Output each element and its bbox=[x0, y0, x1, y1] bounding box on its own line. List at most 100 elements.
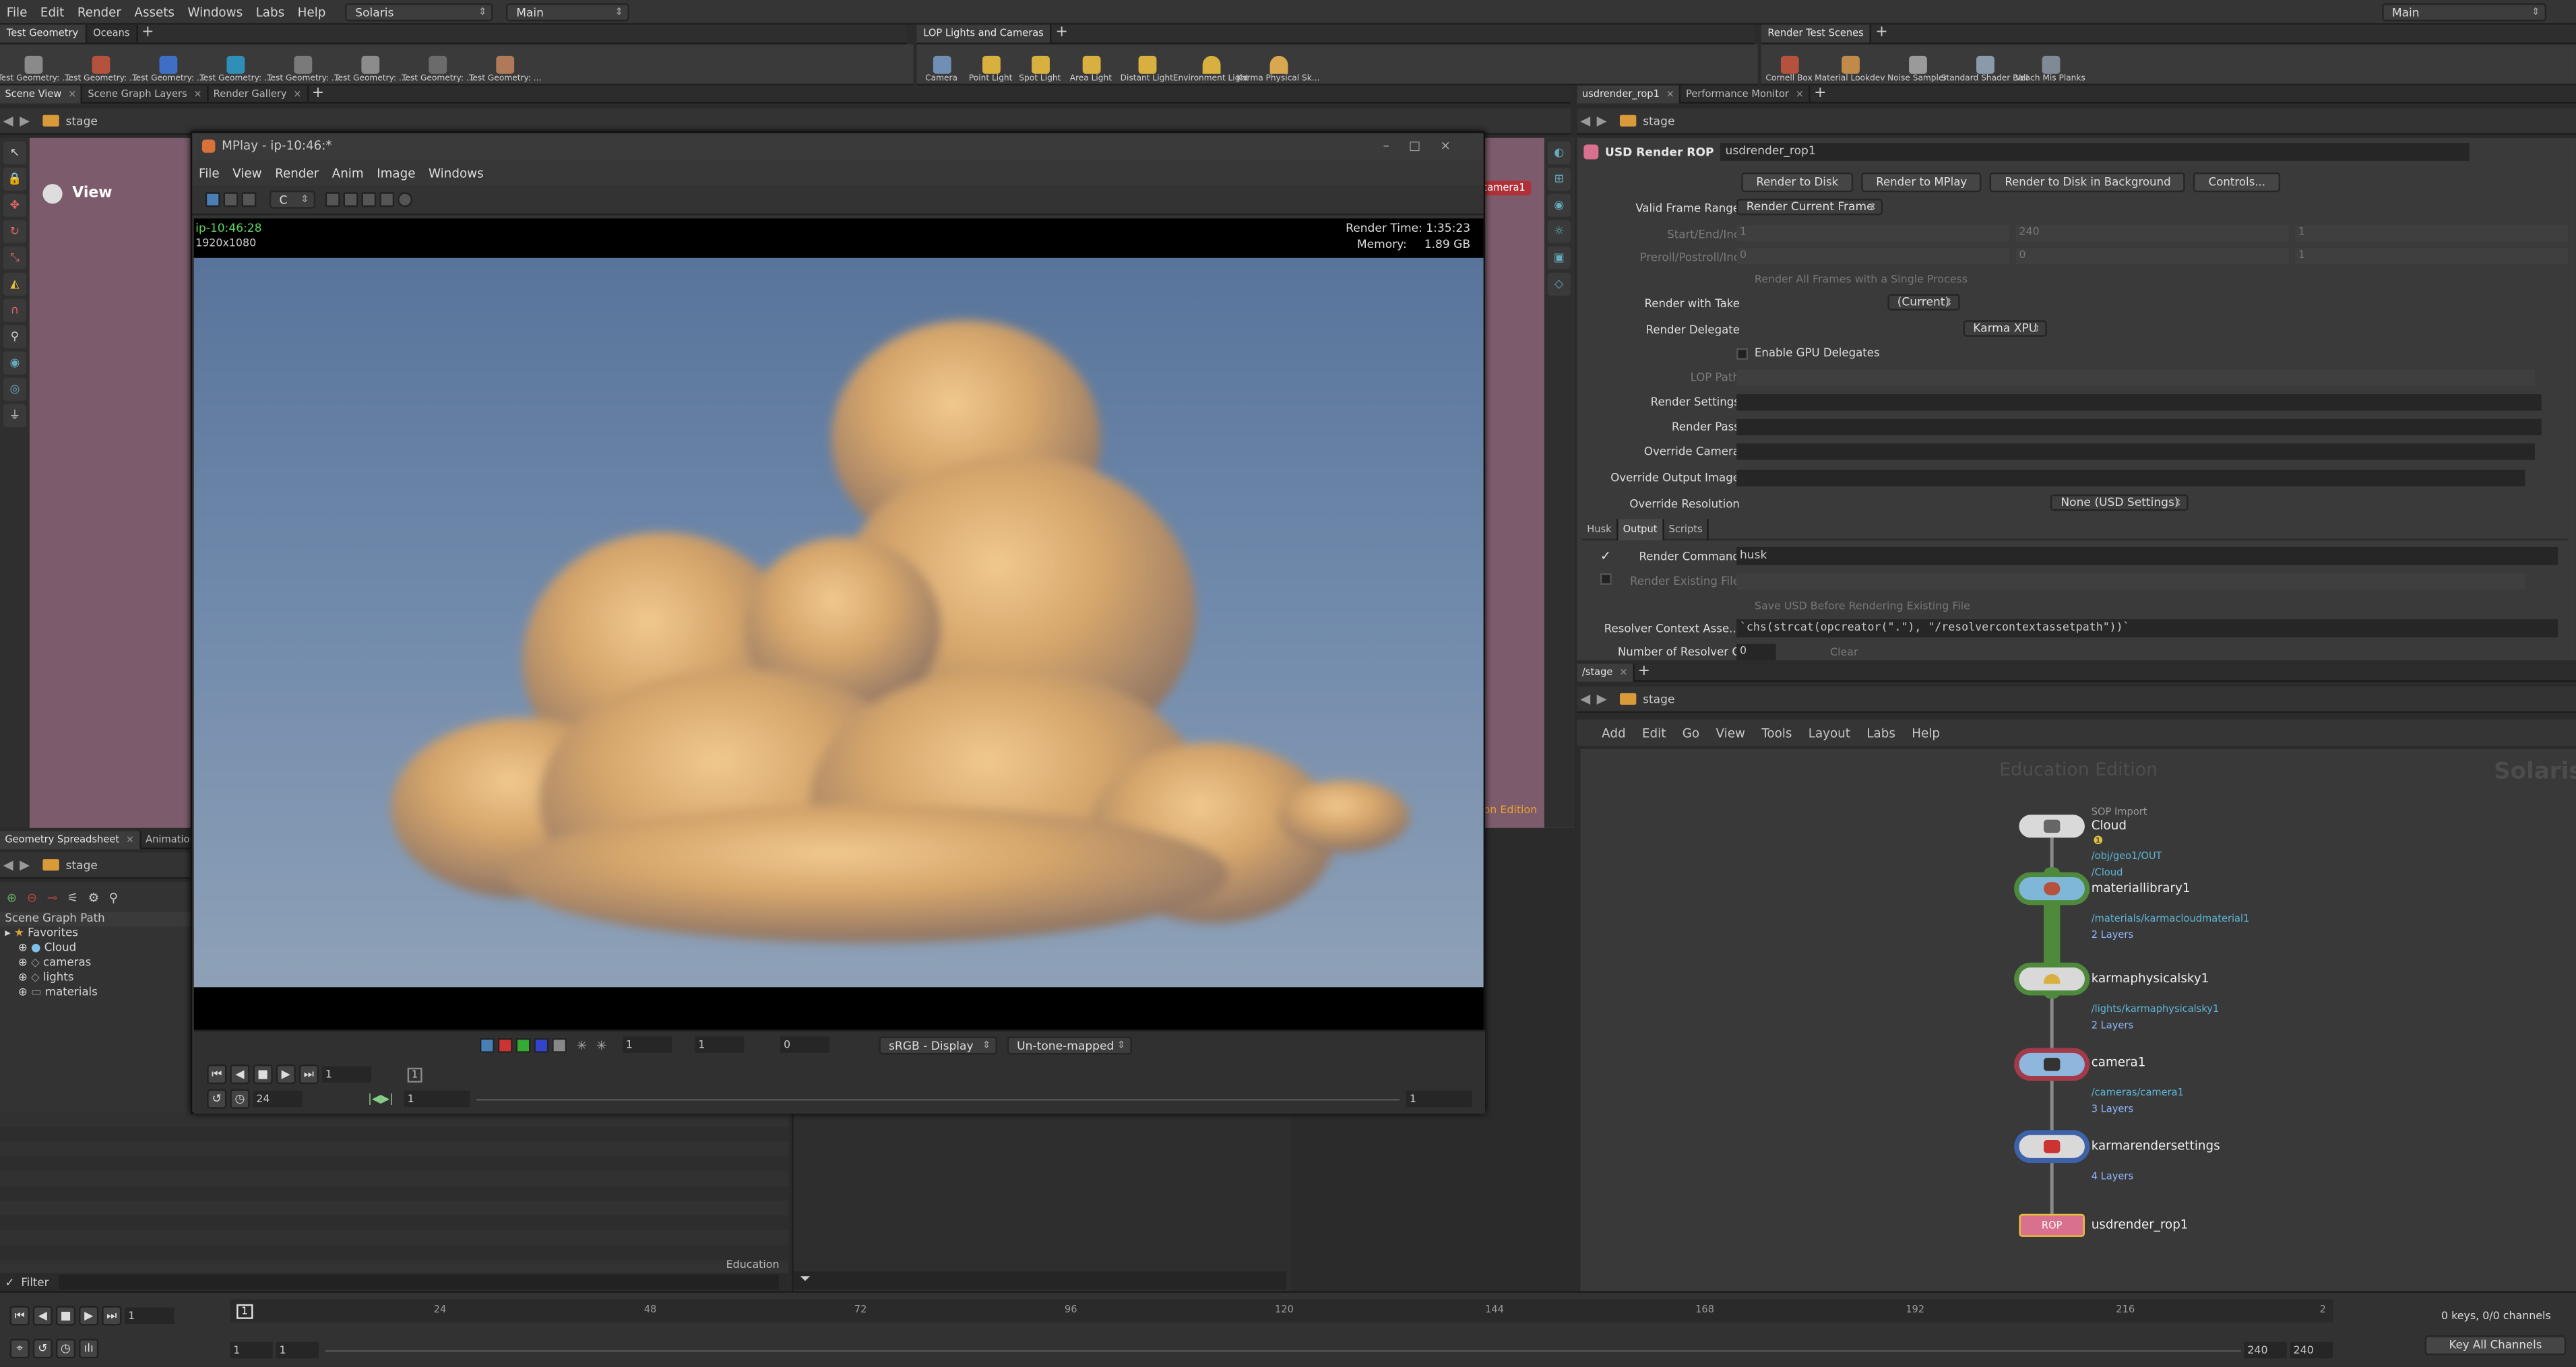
menu-file[interactable]: File bbox=[0, 0, 34, 24]
end2-frame-field[interactable]: 240 bbox=[2290, 1341, 2333, 1359]
plane-select[interactable]: C bbox=[269, 190, 316, 209]
shelf-tool-test-geometry[interactable]: Test Geometry: ... bbox=[334, 44, 407, 84]
shelf-tool-test-geometry[interactable]: Test Geometry: ... bbox=[267, 44, 340, 84]
tab-render-gallery[interactable]: Render Gallery × bbox=[208, 84, 309, 103]
render-to-disk-button[interactable]: Render to Disk bbox=[1741, 172, 1854, 193]
mplay-menu-windows[interactable]: Windows bbox=[422, 165, 490, 180]
link-icon[interactable]: ⊸ bbox=[47, 889, 57, 904]
filter-input[interactable] bbox=[59, 1274, 779, 1290]
view-menu[interactable]: View bbox=[42, 184, 113, 204]
channel-rgb-icon[interactable] bbox=[479, 1037, 495, 1052]
back-arrow-icon[interactable]: ◀ bbox=[1577, 691, 1594, 706]
net-menu-view[interactable]: View bbox=[1707, 725, 1753, 740]
zoom-in-icon[interactable] bbox=[325, 192, 340, 208]
shelf-tool-material-lookdev[interactable]: Material Lookdev bbox=[1815, 44, 1885, 84]
forward-arrow-icon[interactable]: ▶ bbox=[16, 858, 32, 872]
channel-alpha-icon[interactable] bbox=[552, 1037, 567, 1052]
context-select[interactable]: Main bbox=[506, 2, 630, 20]
resolver-field[interactable]: `chs(strcat(opcreator("."), "/resolverco… bbox=[1736, 619, 2558, 637]
offset-field[interactable]: 0 bbox=[780, 1036, 830, 1053]
add-shelf-tab-icon[interactable]: + bbox=[138, 25, 158, 43]
stop-icon[interactable]: ■ bbox=[253, 1064, 273, 1085]
pan-icon[interactable] bbox=[361, 192, 377, 208]
render-settings-field[interactable] bbox=[1736, 394, 2542, 411]
close-icon[interactable]: × bbox=[1619, 666, 1627, 678]
render-background-button[interactable]: Render to Disk in Background bbox=[1990, 172, 2186, 193]
mplay-menu-image[interactable]: Image bbox=[370, 165, 422, 180]
node-usdrender-rop1[interactable]: ROP bbox=[2019, 1213, 2085, 1237]
light-tool-icon[interactable]: ◭ bbox=[3, 272, 27, 296]
add-pane-tab-icon[interactable]: + bbox=[1634, 663, 1654, 681]
play-icon[interactable]: ▶ bbox=[79, 1306, 99, 1326]
stop-icon[interactable]: ■ bbox=[55, 1306, 76, 1326]
shelf-tool-karma-sky[interactable]: Karma Physical Sk... bbox=[1236, 44, 1319, 84]
shading-icon[interactable]: ▣ bbox=[1547, 246, 1571, 269]
back-arrow-icon[interactable]: ◀ bbox=[0, 858, 16, 872]
last-frame-icon[interactable]: ⏭ bbox=[299, 1064, 319, 1085]
shelf-tool-test-geometry[interactable]: Test Geometry: ... bbox=[132, 44, 205, 84]
add-pane-tab-icon[interactable]: + bbox=[308, 85, 327, 103]
key-all-channels-button[interactable]: Key All Channels bbox=[2424, 1335, 2567, 1356]
info-icon[interactable] bbox=[398, 192, 412, 208]
net-menu-layout[interactable]: Layout bbox=[1800, 725, 1859, 740]
back-arrow-icon[interactable]: ◀ bbox=[1577, 113, 1594, 128]
compare-icon[interactable] bbox=[223, 192, 239, 208]
render-command-field[interactable]: husk bbox=[1736, 546, 2558, 565]
zoom-out-icon[interactable] bbox=[343, 192, 358, 208]
first-frame-icon[interactable]: ⏮ bbox=[207, 1064, 227, 1085]
render-pass-field[interactable] bbox=[1736, 418, 2542, 436]
override-res-select[interactable]: None (USD Settings) bbox=[2050, 494, 2189, 511]
wireframe-icon[interactable]: ◇ bbox=[1547, 272, 1571, 296]
range-end-field[interactable]: 1 bbox=[1406, 1090, 1472, 1108]
node-materiallibrary1[interactable] bbox=[2019, 877, 2085, 901]
mplay-menu-view[interactable]: View bbox=[226, 165, 268, 180]
range-step-icon[interactable]: |◀▶| bbox=[368, 1092, 404, 1106]
node-karmaphysicalsky1[interactable] bbox=[2019, 967, 2085, 991]
shelf-tool-spot-light[interactable]: Spot Light bbox=[1015, 44, 1065, 84]
start2-frame-field[interactable]: 1 bbox=[276, 1341, 319, 1359]
play-reverse-icon[interactable]: ◀ bbox=[230, 1064, 250, 1085]
path-label[interactable]: stage bbox=[1643, 114, 1674, 127]
menu-help[interactable]: Help bbox=[291, 0, 332, 24]
tab-output[interactable]: Output bbox=[1618, 518, 1664, 540]
shelf-tool-point-light[interactable]: Point Light bbox=[966, 44, 1015, 84]
menu-assets[interactable]: Assets bbox=[128, 0, 181, 24]
menu-render[interactable]: Render bbox=[71, 0, 128, 24]
rotate-tool-icon[interactable]: ↻ bbox=[3, 220, 27, 243]
keyframe-icon[interactable]: ⌖ bbox=[9, 1339, 30, 1359]
gpu-delegates-toggle[interactable]: Enable GPU Delegates bbox=[1736, 346, 1880, 360]
magnet-icon[interactable]: ∩ bbox=[3, 298, 27, 322]
range-start-field[interactable]: 1 bbox=[404, 1090, 470, 1108]
loop-icon[interactable]: ↺ bbox=[207, 1089, 227, 1109]
display-options-icon[interactable]: ◐ bbox=[1547, 141, 1571, 164]
shelf-tool-camera[interactable]: Camera bbox=[916, 44, 966, 84]
shelf-tool-test-geometry[interactable]: Test Geometry: ... bbox=[402, 44, 474, 84]
shelf-tool-cornell-box[interactable]: Cornell Box bbox=[1761, 44, 1817, 84]
tab-scene-view[interactable]: Scene View × bbox=[0, 84, 84, 103]
render-to-mplay-button[interactable]: Render to MPlay bbox=[1861, 172, 1982, 193]
shelf-tool-shader-ball[interactable]: Standard Shader Ball bbox=[1941, 44, 2028, 84]
right-desktop-select[interactable]: Main bbox=[2382, 3, 2547, 22]
add-shelf-tab-icon[interactable]: + bbox=[1052, 25, 1071, 43]
tab-usdrender-rop[interactable]: usdrender_rop1 × bbox=[1577, 84, 1681, 103]
shelf-tool-test-geometry[interactable]: Test Geometry: ... bbox=[0, 44, 70, 84]
frame-marker[interactable]: 1 bbox=[237, 1304, 253, 1319]
tab-husk[interactable]: Husk bbox=[1582, 518, 1619, 540]
override-output-field[interactable] bbox=[1736, 470, 2525, 486]
filter-check-icon[interactable]: ✓ bbox=[0, 1275, 14, 1289]
search-icon[interactable]: ⚲ bbox=[109, 889, 118, 904]
select-tool-icon[interactable]: ↖ bbox=[3, 141, 27, 164]
path-label[interactable]: stage bbox=[66, 114, 98, 127]
tab-scene-graph-layers[interactable]: Scene Graph Layers × bbox=[83, 84, 209, 103]
net-menu-help[interactable]: Help bbox=[1904, 725, 1948, 740]
shelf-tool-test-geometry[interactable]: Test Geometry: ... bbox=[199, 44, 272, 84]
override-camera-field[interactable] bbox=[1736, 443, 2535, 460]
close-icon[interactable]: × bbox=[193, 88, 201, 99]
desktop-select[interactable]: Solaris bbox=[345, 2, 494, 20]
realtime-icon[interactable]: ◷ bbox=[230, 1089, 250, 1109]
shelf-tab-oceans[interactable]: Oceans bbox=[86, 24, 138, 43]
render-image[interactable]: ip-10:46:28 1920x1080 Render Time: 1:35:… bbox=[193, 218, 1484, 1030]
view-tool-icon[interactable]: ◎ bbox=[3, 377, 27, 401]
checkbox[interactable] bbox=[1736, 347, 1749, 359]
current-frame-field[interactable]: 1 bbox=[125, 1307, 175, 1325]
